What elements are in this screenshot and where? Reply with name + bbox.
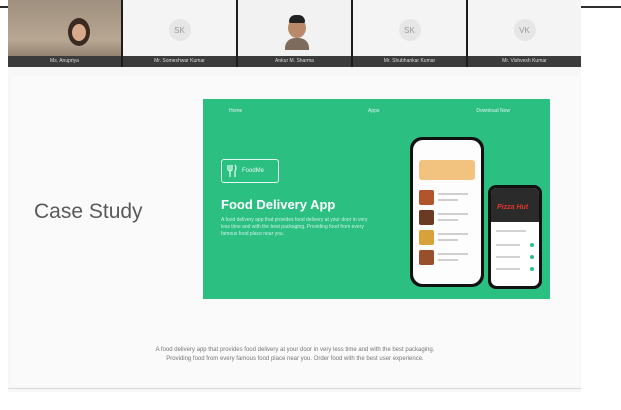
text-line	[496, 244, 520, 246]
text-line	[438, 259, 458, 261]
food-thumbnail	[419, 250, 434, 265]
restaurant-header-image: Pizza Hut	[491, 188, 539, 222]
participant-face	[289, 15, 305, 23]
phone-screen: Pizza Hut	[491, 188, 539, 286]
food-thumbnail	[419, 230, 434, 245]
text-line	[438, 213, 468, 215]
promo-banner	[419, 160, 475, 180]
participant-tile-2[interactable]: SK Mr. Someshwar Kumar	[123, 0, 236, 67]
participant-avatar: VK	[513, 19, 536, 41]
restaurant-row	[419, 210, 475, 225]
banner-nav: Home Apps Download Now	[203, 99, 550, 121]
slide-heading: Case Study	[34, 200, 143, 223]
fork-knife-icon	[227, 164, 237, 177]
slide-caption: A food delivery app that provides food d…	[50, 346, 540, 364]
phone-screen	[413, 140, 481, 284]
banner-nav-item: Home	[229, 108, 243, 114]
bottom-divider	[8, 388, 581, 389]
text-line	[438, 239, 458, 241]
text-line	[438, 233, 468, 235]
text-line	[438, 193, 468, 195]
participant-tile-1[interactable]: Ms. Anupriya	[8, 0, 121, 67]
logo-text: FoodMe	[242, 168, 265, 174]
caption-line: Providing food from every famous food pl…	[166, 356, 424, 362]
participant-name: Ankur M. Sharma	[238, 56, 351, 67]
participant-gallery: Ms. Anupriya SK Mr. Someshwar Kumar Anku…	[8, 0, 581, 67]
app-banner: Home Apps Download Now FoodMe Food Deliv…	[203, 99, 550, 299]
participant-avatar: SK	[168, 19, 191, 41]
add-item-icon	[530, 243, 534, 247]
phone-mockup-secondary: Pizza Hut	[488, 185, 542, 289]
text-line	[438, 219, 458, 221]
participant-tile-3[interactable]: Ankur M. Sharma	[238, 0, 351, 67]
banner-nav-item: Download Now	[476, 108, 510, 114]
participant-avatar: SK	[398, 19, 421, 41]
restaurant-row	[419, 250, 475, 265]
app-title: Food Delivery App	[221, 197, 336, 212]
participant-shirt	[285, 38, 309, 50]
participant-name: Mr. Vishvesh Kumar	[468, 56, 581, 67]
participant-name: Mr. Someshwar Kumar	[123, 56, 236, 67]
restaurant-row	[419, 230, 475, 245]
participant-name: Mr. Shubhankar Kumar	[353, 56, 466, 67]
food-thumbnail	[419, 190, 434, 205]
text-line	[496, 256, 520, 258]
participant-tile-5[interactable]: VK Mr. Vishvesh Kumar	[468, 0, 581, 67]
text-line	[438, 253, 468, 255]
text-line	[496, 230, 526, 232]
restaurant-row	[419, 190, 475, 205]
phone-mockup	[410, 137, 484, 287]
app-description: A food delivery app that provides food d…	[221, 217, 368, 237]
restaurant-brand: Pizza Hut	[497, 204, 529, 211]
participant-name: Ms. Anupriya	[8, 56, 121, 67]
add-item-icon	[530, 255, 534, 259]
participant-tile-4[interactable]: SK Mr. Shubhankar Kumar	[353, 0, 466, 67]
caption-line: A food delivery app that provides food d…	[155, 347, 435, 353]
food-thumbnail	[419, 210, 434, 225]
banner-nav-item: Apps	[368, 108, 380, 114]
add-item-icon	[530, 267, 534, 271]
text-line	[438, 199, 458, 201]
participant-face	[72, 24, 86, 41]
app-logo: FoodMe	[221, 159, 279, 183]
text-line	[496, 268, 520, 270]
